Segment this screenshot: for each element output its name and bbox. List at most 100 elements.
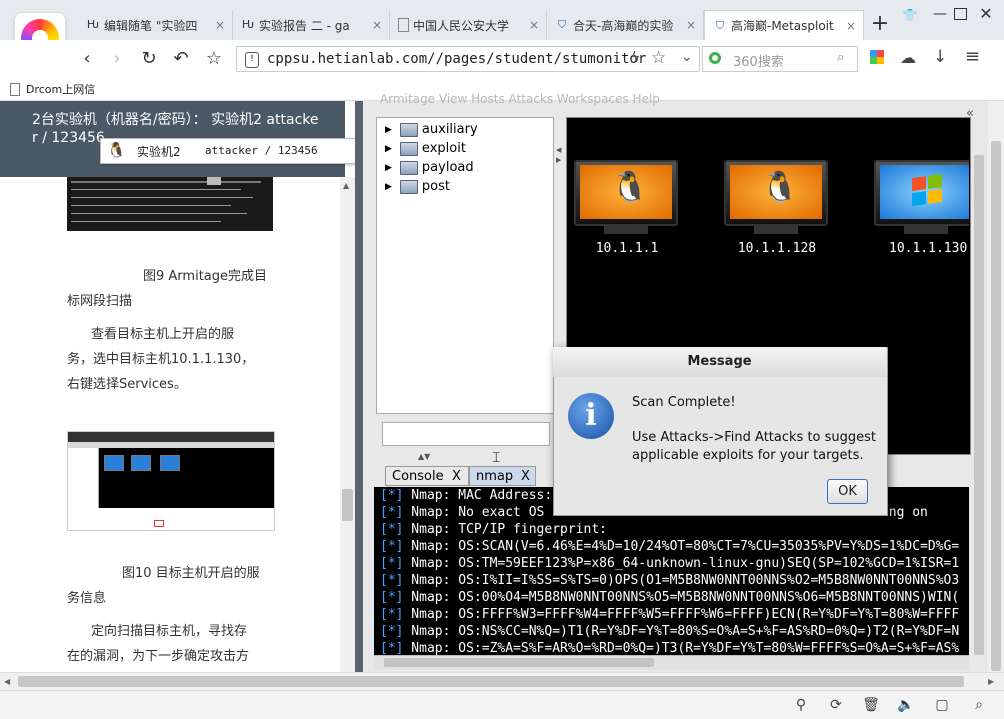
tab-3[interactable]: 中国人民公安大学 × bbox=[390, 10, 547, 40]
dialog-message-3: applicable exploits for your targets. bbox=[632, 448, 864, 463]
collapse-right-icon[interactable]: « bbox=[966, 106, 982, 122]
close-icon[interactable]: × bbox=[526, 18, 542, 32]
figure-9-caption-1: 图9 Armitage完成目 bbox=[143, 269, 268, 284]
lightning-icon[interactable]: ϟ bbox=[631, 50, 640, 66]
scroll-up-icon[interactable]: ▲ bbox=[343, 181, 349, 190]
module-tree[interactable]: ▶ auxiliary ▶ exploit ▶ payload ▶ post bbox=[376, 117, 554, 414]
tab-nmap[interactable]: nmap X bbox=[469, 466, 536, 486]
shield-icon: ⛉ bbox=[715, 18, 725, 32]
tab-nmap-label: nmap bbox=[476, 469, 514, 484]
bookmark-item[interactable]: Drcom上网信 bbox=[10, 81, 95, 97]
star-icon[interactable]: ☆ bbox=[651, 48, 666, 68]
menu-icon[interactable]: ≡ bbox=[965, 46, 980, 67]
paragraph-2-line-1: 定向扫描目标主机，寻找存 bbox=[91, 624, 248, 639]
module-auxiliary[interactable]: ▶ auxiliary bbox=[385, 120, 478, 139]
host-10-1-1-130[interactable]: 10.1.1.130 bbox=[872, 160, 969, 260]
scroll-thumb[interactable] bbox=[18, 676, 964, 687]
download-icon[interactable]: ↓ bbox=[933, 47, 947, 67]
info-icon: i bbox=[568, 393, 614, 439]
close-icon[interactable]: × bbox=[369, 18, 385, 32]
monitor-icon: 🐧 bbox=[574, 160, 678, 226]
dropdown-icon[interactable]: ⌄ bbox=[681, 49, 693, 65]
vm-machine-name: 实验机2 bbox=[137, 145, 181, 159]
dialog-message-1: Scan Complete! bbox=[632, 395, 736, 410]
search-input[interactable]: 360搜索 ⌕ bbox=[702, 46, 858, 72]
reload-icon[interactable]: ↻ bbox=[138, 48, 160, 70]
pane-splitter[interactable] bbox=[355, 101, 363, 672]
site-security-icon[interactable]: ! bbox=[245, 52, 259, 68]
page-vscrollbar[interactable] bbox=[988, 101, 1004, 672]
doc-scrollbar[interactable]: ▲ bbox=[340, 177, 355, 672]
tab-4[interactable]: ⛉ 合天-高海巅的实验 × bbox=[547, 10, 704, 40]
tab-2-label: 实验报告 二 - ga bbox=[259, 18, 350, 33]
figure-10-caption-1: 图10 目标主机开启的服 bbox=[122, 566, 260, 581]
split-arrows-icon[interactable]: ▲▼ bbox=[418, 452, 430, 461]
window-close-icon[interactable]: ✕ bbox=[978, 4, 994, 23]
zoom-icon[interactable]: ⌕ bbox=[970, 696, 988, 714]
cloud-icon[interactable]: ☁ bbox=[900, 48, 916, 67]
bookmark-label: Drcom上网信 bbox=[26, 83, 96, 96]
vm-credentials-popup[interactable]: 🐧 实验机2 attacker / 123456 ▼ bbox=[100, 138, 394, 164]
host-10-1-1-128[interactable]: 🐧 10.1.1.128 bbox=[722, 160, 832, 260]
module-label: payload bbox=[421, 160, 474, 175]
close-icon[interactable]: × bbox=[212, 18, 228, 32]
module-search-input[interactable] bbox=[382, 422, 550, 446]
scroll-right-icon[interactable]: ▶ bbox=[988, 677, 994, 686]
window-icon[interactable]: ▢ bbox=[933, 696, 951, 714]
module-label: post bbox=[421, 179, 450, 194]
apps-icon[interactable] bbox=[870, 50, 884, 64]
close-icon[interactable]: × bbox=[843, 19, 859, 33]
new-tab-button[interactable]: + bbox=[870, 12, 890, 36]
tab-close-icon[interactable]: X bbox=[521, 469, 530, 484]
tab-1-label: 编辑随笔 "实验四 bbox=[104, 18, 198, 33]
trash-icon[interactable]: 🗑 bbox=[862, 696, 880, 714]
tab-5-label: 高海巅-Metasploit bbox=[731, 19, 834, 33]
folder-icon bbox=[399, 160, 418, 175]
speedup-icon[interactable]: ⟳ bbox=[827, 696, 845, 714]
undo-close-icon[interactable]: ↶ bbox=[170, 48, 192, 70]
scroll-left-icon[interactable]: ◀ bbox=[4, 677, 10, 686]
search-icon[interactable]: ⌕ bbox=[837, 50, 844, 65]
host-10-1-1-1[interactable]: 🐧 10.1.1.1 bbox=[572, 160, 682, 260]
close-icon[interactable]: × bbox=[683, 18, 699, 32]
search-engine-icon bbox=[709, 52, 721, 64]
forward-icon[interactable]: › bbox=[106, 48, 128, 70]
page-hscrollbar[interactable]: ◀ ▶ bbox=[0, 672, 1004, 691]
figure-9-caption-2: 标网段扫描 bbox=[67, 294, 133, 309]
volume-icon[interactable]: 🔈 bbox=[897, 696, 915, 714]
paragraph-1-line-2: 务，选中目标主机10.1.1.130， bbox=[67, 352, 255, 367]
module-payload[interactable]: ▶ payload bbox=[385, 158, 474, 177]
module-exploit[interactable]: ▶ exploit bbox=[385, 139, 466, 158]
tab-1[interactable]: Ƕ 编辑随笔 "实验四 × bbox=[78, 10, 233, 40]
console-line: [*] Nmap: MAC Address: bbox=[380, 488, 553, 503]
maximize-icon[interactable] bbox=[954, 8, 967, 20]
page-icon bbox=[398, 18, 409, 32]
tab-2[interactable]: Ƕ 实验报告 二 - ga × bbox=[233, 10, 390, 40]
module-post[interactable]: ▶ post bbox=[385, 177, 450, 196]
shield-icon: ⛉ bbox=[557, 18, 567, 31]
tab-console[interactable]: Console X bbox=[385, 466, 469, 486]
console-hscrollbar[interactable] bbox=[374, 655, 969, 670]
console-line: [*] Nmap: OS:TM=59EEF123%P=x86_64-unknow… bbox=[380, 556, 960, 571]
armitage-menubar-faded: Armitage View Hosts Attacks Workspaces H… bbox=[380, 92, 660, 106]
folder-icon bbox=[399, 122, 418, 137]
tab-close-icon[interactable]: X bbox=[452, 469, 461, 484]
scroll-thumb[interactable] bbox=[384, 658, 654, 667]
scroll-thumb[interactable] bbox=[342, 489, 353, 521]
url-input[interactable]: ! cppsu.hetianlab.com//pages/student/stu… bbox=[236, 46, 700, 72]
back-icon[interactable]: ‹ bbox=[76, 48, 98, 70]
scroll-thumb[interactable] bbox=[991, 141, 1001, 671]
skin-icon[interactable]: 👕 bbox=[902, 8, 918, 24]
armitage-vscrollbar[interactable] bbox=[972, 125, 986, 670]
linux-penguin-icon: 🐧 bbox=[761, 170, 799, 205]
scroll-thumb[interactable] bbox=[974, 155, 984, 655]
ok-button[interactable]: OK bbox=[827, 479, 868, 504]
console-line: [*] Nmap: OS:NS%CC=N%Q=)T1(R=Y%DF=Y%T=80… bbox=[380, 624, 960, 639]
folder-icon bbox=[399, 179, 418, 194]
minimize-icon[interactable]: — bbox=[932, 6, 948, 22]
vertical-split-handle[interactable]: ◀ ▶ bbox=[556, 145, 561, 165]
tab-5-active[interactable]: ⛉ 高海巅-Metasploit × bbox=[704, 10, 864, 40]
console-line: [*] Nmap: OS:I%II=I%SS=S%TS=0)OPS(O1=M5B… bbox=[380, 573, 960, 588]
pin-icon[interactable]: ⚲ bbox=[792, 696, 810, 714]
bookmark-star-icon[interactable]: ☆ bbox=[203, 48, 225, 70]
